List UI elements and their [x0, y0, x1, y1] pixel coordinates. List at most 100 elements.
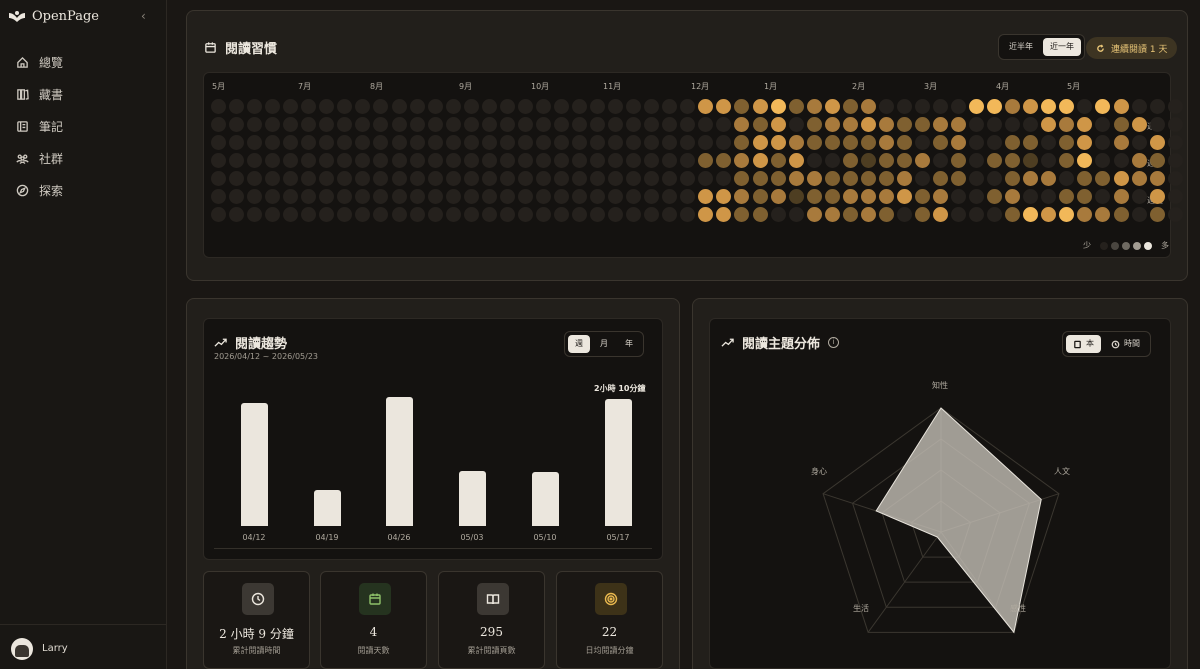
heatmap-cell[interactable]	[517, 171, 533, 187]
heatmap-cell[interactable]	[1131, 171, 1147, 187]
heatmap-cell[interactable]	[517, 153, 533, 169]
heatmap-cell[interactable]	[896, 153, 912, 169]
heatmap-cell[interactable]	[481, 135, 497, 151]
heatmap-cell[interactable]	[933, 117, 948, 133]
user-profile[interactable]: Larry	[0, 624, 166, 669]
heatmap-cell[interactable]	[1113, 171, 1129, 187]
sidebar-item-notes[interactable]: 筆記	[0, 110, 166, 142]
heatmap-cell[interactable]	[211, 117, 226, 133]
heatmap-cell[interactable]	[535, 135, 551, 151]
heatmap-cell[interactable]	[824, 153, 840, 169]
heatmap-cell[interactable]	[499, 117, 515, 133]
heatmap-cell[interactable]	[1149, 135, 1165, 151]
heatmap-cell[interactable]	[842, 207, 858, 223]
heatmap-cell[interactable]	[445, 153, 461, 169]
heatmap-cell[interactable]	[409, 153, 425, 169]
heatmap-cell[interactable]	[499, 135, 515, 151]
heatmap-cell[interactable]	[463, 153, 479, 169]
heatmap-cell[interactable]	[481, 117, 497, 133]
heatmap-cell[interactable]	[842, 189, 858, 205]
heatmap-cell[interactable]	[499, 171, 515, 187]
heatmap-cell[interactable]	[878, 171, 894, 187]
heatmap-cell[interactable]	[553, 117, 569, 133]
heatmap-cell[interactable]	[1167, 99, 1183, 114]
heatmap-cell[interactable]	[463, 117, 479, 133]
heatmap-cell[interactable]	[878, 117, 894, 133]
heatmap-cell[interactable]	[788, 99, 804, 114]
heatmap-cell[interactable]	[409, 117, 425, 133]
heatmap-cell[interactable]	[842, 135, 858, 151]
heatmap-cell[interactable]	[860, 135, 876, 151]
heatmap-cell[interactable]	[770, 135, 786, 151]
heatmap-cell[interactable]	[806, 153, 822, 169]
heatmap-cell[interactable]	[427, 99, 443, 114]
heatmap-cell[interactable]	[1113, 99, 1129, 114]
heatmap-cell[interactable]	[445, 117, 461, 133]
heatmap-cell[interactable]	[1167, 207, 1183, 223]
heatmap-cell[interactable]	[590, 99, 606, 114]
heatmap-cell[interactable]	[770, 117, 786, 133]
heatmap-cell[interactable]	[1113, 153, 1129, 169]
heatmap-cell[interactable]	[391, 171, 407, 187]
heatmap-cell[interactable]	[1113, 189, 1129, 205]
heatmap-cell[interactable]	[409, 99, 425, 114]
heatmap-cell[interactable]	[481, 207, 497, 223]
heatmap-cell[interactable]	[860, 171, 876, 187]
heatmap-cell[interactable]	[463, 99, 479, 114]
heatmap-cell[interactable]	[1113, 135, 1129, 151]
heatmap-cell[interactable]	[788, 153, 804, 169]
heatmap-cell[interactable]	[391, 99, 407, 114]
heatmap-cell[interactable]	[572, 135, 587, 151]
heatmap-cell[interactable]	[860, 153, 876, 169]
heatmap-cell[interactable]	[896, 171, 912, 187]
radar-data-area[interactable]	[875, 407, 1042, 634]
collapse-sidebar-icon[interactable]: ‹	[141, 9, 155, 25]
heatmap-cell[interactable]	[427, 117, 443, 133]
heatmap-cell[interactable]	[860, 99, 876, 114]
heatmap-cell[interactable]	[1149, 99, 1165, 114]
heatmap-cell[interactable]	[409, 171, 425, 187]
heatmap-cell[interactable]	[445, 135, 461, 151]
heatmap-cell[interactable]	[770, 189, 786, 205]
heatmap-cell[interactable]	[1149, 153, 1165, 169]
heatmap-cell[interactable]	[806, 135, 822, 151]
heatmap-cell[interactable]	[788, 117, 804, 133]
heatmap-cell[interactable]	[535, 117, 551, 133]
heatmap-cell[interactable]	[860, 189, 876, 205]
heatmap-cell[interactable]	[391, 117, 407, 133]
heatmap-cell[interactable]	[1131, 207, 1147, 223]
heatmap-cell[interactable]	[211, 99, 226, 114]
heatmap-cell[interactable]	[896, 135, 912, 151]
heatmap-cell[interactable]	[824, 207, 840, 223]
heatmap-cell[interactable]	[391, 135, 407, 151]
heatmap-cell[interactable]	[896, 117, 912, 133]
heatmap-cell[interactable]	[752, 135, 768, 151]
heatmap-cell[interactable]	[211, 135, 226, 151]
heatmap-cell[interactable]	[535, 171, 551, 187]
heatmap-cell[interactable]	[1131, 189, 1147, 205]
heatmap-cell[interactable]	[481, 153, 497, 169]
heatmap-cell[interactable]	[517, 189, 533, 205]
heatmap-cell[interactable]	[752, 117, 768, 133]
heatmap-cell[interactable]	[608, 99, 624, 114]
heatmap-cell[interactable]	[553, 135, 569, 151]
heatmap-cell[interactable]	[1167, 189, 1183, 205]
heatmap-cell[interactable]	[914, 135, 930, 151]
heatmap-cell[interactable]	[517, 99, 533, 114]
heatmap-cell[interactable]	[445, 171, 461, 187]
heatmap-cell[interactable]	[463, 135, 479, 151]
heatmap-cell[interactable]	[499, 207, 515, 223]
sidebar-item-explore[interactable]: 探索	[0, 174, 166, 206]
heatmap-cell[interactable]	[752, 171, 768, 187]
heatmap-cell[interactable]	[445, 189, 461, 205]
heatmap-cell[interactable]	[824, 117, 840, 133]
heatmap-cell[interactable]	[806, 99, 822, 114]
heatmap-cell[interactable]	[770, 171, 786, 187]
heatmap-cell[interactable]	[824, 189, 840, 205]
heatmap-cell[interactable]	[553, 153, 569, 169]
heatmap-cell[interactable]	[535, 153, 551, 169]
heatmap-cell[interactable]	[1149, 207, 1165, 223]
heatmap-cell[interactable]	[860, 117, 876, 133]
heatmap-cell[interactable]	[842, 153, 858, 169]
heatmap-cell[interactable]	[1149, 171, 1165, 187]
